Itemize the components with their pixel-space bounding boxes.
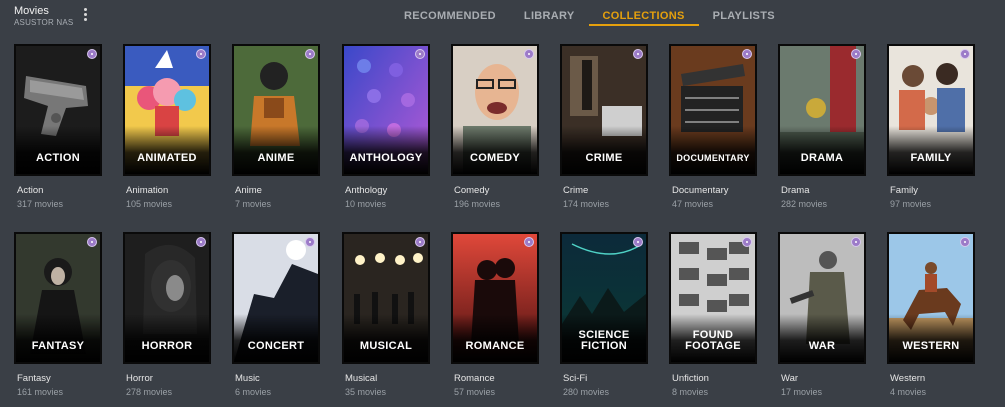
collection-name[interactable]: Drama	[781, 185, 810, 196]
collection-poster[interactable]: ROMANCE	[451, 232, 539, 364]
tab-recommended[interactable]: RECOMMENDED	[390, 0, 510, 26]
collection-badge-icon	[196, 49, 206, 59]
collection-name[interactable]: Horror	[126, 373, 153, 384]
collection-count: 8 movies	[672, 387, 709, 397]
collection-badge-icon	[851, 237, 861, 247]
collection-poster[interactable]: FAMILY	[887, 44, 975, 176]
collection-badge-icon	[415, 237, 425, 247]
poster-label: FOUND FOOTAGE	[685, 329, 741, 352]
collection-count: 57 movies	[454, 387, 496, 397]
poster-label: CONCERT	[247, 340, 305, 352]
collection-poster[interactable]: ANTHOLOGY	[342, 44, 430, 176]
poster-label: ANIMATED	[137, 152, 197, 164]
poster-label: COMEDY	[469, 152, 521, 164]
collection-count: 161 movies	[17, 387, 64, 397]
collection-poster[interactable]: ACTION	[14, 44, 102, 176]
collection-badge-icon	[960, 237, 970, 247]
collection-name[interactable]: Romance	[454, 373, 495, 384]
poster-label: ANTHOLOGY	[349, 152, 423, 164]
poster-label: SCIENCE FICTION	[578, 329, 630, 352]
poster-label: ANIME	[257, 152, 295, 164]
collection-name[interactable]: Anime	[235, 185, 262, 196]
collection-badge-icon	[742, 49, 752, 59]
collection-poster[interactable]: DOCUMENTARY	[669, 44, 757, 176]
collection-count: 7 movies	[235, 199, 272, 209]
poster-label: MUSICAL	[359, 340, 413, 352]
collection-badge-icon	[305, 237, 315, 247]
collection-badge-icon	[742, 237, 752, 247]
collection-count: 317 movies	[17, 199, 64, 209]
collection-badge-icon	[87, 237, 97, 247]
collection-name[interactable]: Unfiction	[672, 373, 709, 384]
server-name: ASUSTOR NAS	[14, 18, 74, 27]
collection-name[interactable]: Comedy	[454, 185, 489, 196]
more-options-icon[interactable]	[82, 8, 88, 22]
collection-count: 4 movies	[890, 387, 927, 397]
poster-label: HORROR	[141, 340, 193, 352]
collection-count: 105 movies	[126, 199, 173, 209]
collection-badge-icon	[196, 237, 206, 247]
collection-count: 47 movies	[672, 199, 714, 209]
collection-count: 17 movies	[781, 387, 823, 397]
collection-poster[interactable]: CONCERT	[232, 232, 320, 364]
collection-poster[interactable]: ANIMATED	[123, 44, 211, 176]
poster-label: ACTION	[36, 152, 80, 164]
collection-badge-icon	[633, 237, 643, 247]
collection-badge-icon	[524, 49, 534, 59]
collection-count: 282 movies	[781, 199, 828, 209]
top-bar: Movies ASUSTOR NAS RECOMMENDED LIBRARY C…	[0, 0, 1005, 36]
collection-count: 10 movies	[345, 199, 387, 209]
collection-badge-icon	[415, 49, 425, 59]
collection-name[interactable]: Sci-Fi	[563, 373, 587, 384]
collection-count: 196 movies	[454, 199, 501, 209]
poster-label: DOCUMENTARY	[676, 153, 750, 163]
collection-name[interactable]: Fantasy	[17, 373, 51, 384]
collection-poster[interactable]: HORROR	[123, 232, 211, 364]
collection-badge-icon	[87, 49, 97, 59]
collection-name[interactable]: Western	[890, 373, 925, 384]
collection-name[interactable]: War	[781, 373, 798, 384]
collection-badge-icon	[305, 49, 315, 59]
tab-bar: RECOMMENDED LIBRARY COLLECTIONS PLAYLIST…	[390, 0, 789, 30]
collection-count: 280 movies	[563, 387, 610, 397]
collection-badge-icon	[960, 49, 970, 59]
poster-label: ROMANCE	[465, 340, 525, 352]
tab-playlists[interactable]: PLAYLISTS	[699, 0, 789, 26]
tab-library[interactable]: LIBRARY	[510, 0, 589, 26]
library-title[interactable]: Movies	[14, 5, 49, 17]
poster-label: WAR	[808, 340, 836, 352]
collection-count: 35 movies	[345, 387, 387, 397]
collection-poster[interactable]: CRIME	[560, 44, 648, 176]
collection-name[interactable]: Music	[235, 373, 260, 384]
collection-badge-icon	[851, 49, 861, 59]
collection-name[interactable]: Action	[17, 185, 43, 196]
collection-name[interactable]: Musical	[345, 373, 377, 384]
collection-poster[interactable]: FANTASY	[14, 232, 102, 364]
poster-label: FAMILY	[910, 152, 952, 164]
collection-poster[interactable]: SCIENCE FICTION	[560, 232, 648, 364]
collection-count: 174 movies	[563, 199, 610, 209]
poster-label: DRAMA	[800, 152, 844, 164]
collection-name[interactable]: Documentary	[672, 185, 729, 196]
collection-poster[interactable]: WESTERN	[887, 232, 975, 364]
tab-collections[interactable]: COLLECTIONS	[588, 0, 699, 26]
collection-name[interactable]: Family	[890, 185, 918, 196]
poster-label: WESTERN	[902, 340, 960, 352]
collection-poster[interactable]: DRAMA	[778, 44, 866, 176]
collection-badge-icon	[524, 237, 534, 247]
poster-label: FANTASY	[31, 340, 85, 352]
collection-badge-icon	[633, 49, 643, 59]
poster-label: CRIME	[585, 152, 623, 164]
collection-count: 278 movies	[126, 387, 173, 397]
collection-count: 6 movies	[235, 387, 272, 397]
collection-poster[interactable]: WAR	[778, 232, 866, 364]
collection-name[interactable]: Crime	[563, 185, 588, 196]
collection-poster[interactable]: MUSICAL	[342, 232, 430, 364]
collection-poster[interactable]: ANIME	[232, 44, 320, 176]
collection-poster[interactable]: FOUND FOOTAGE	[669, 232, 757, 364]
collection-poster[interactable]: COMEDY	[451, 44, 539, 176]
collection-name[interactable]: Anthology	[345, 185, 387, 196]
collection-name[interactable]: Animation	[126, 185, 168, 196]
collection-count: 97 movies	[890, 199, 932, 209]
